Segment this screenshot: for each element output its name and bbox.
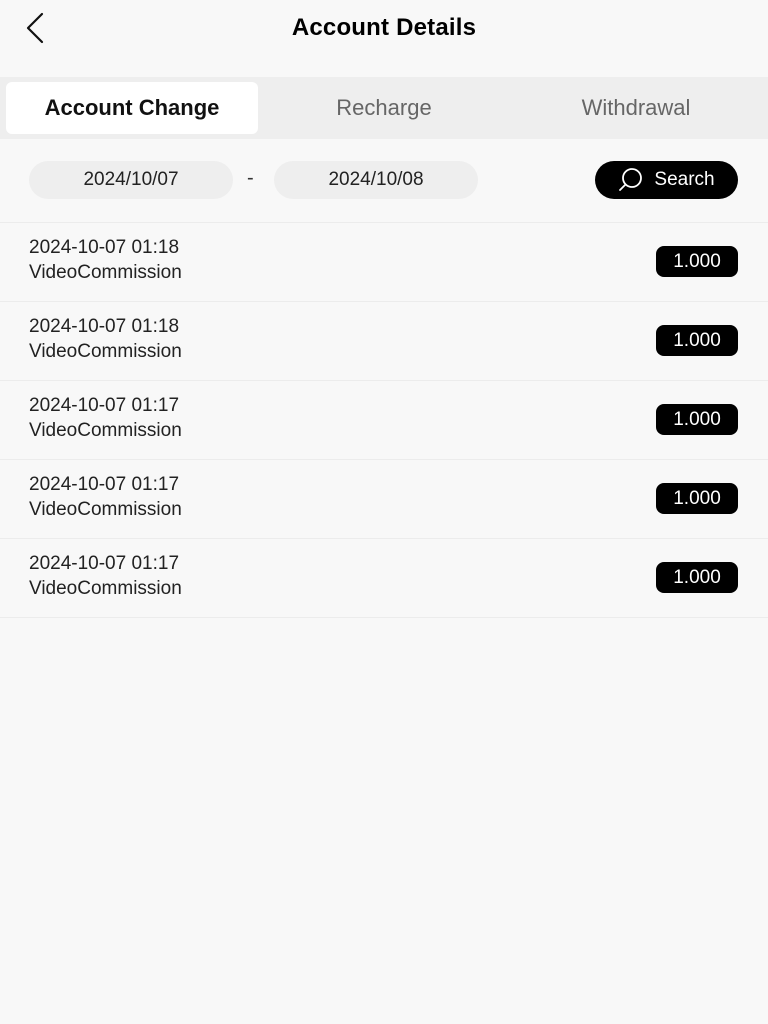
header: Account Details: [0, 0, 768, 64]
list-item: 2024-10-07 01:17 VideoCommission 1.000: [0, 539, 768, 618]
record-list: 2024-10-07 01:18 VideoCommission 1.000 2…: [0, 223, 768, 618]
record-amount-badge: 1.000: [656, 404, 738, 435]
tab-withdrawal[interactable]: Withdrawal: [510, 82, 762, 134]
date-separator: -: [247, 167, 254, 189]
search-button-label: Search: [654, 169, 715, 190]
tab-bar: Account Change Recharge Withdrawal: [0, 77, 768, 139]
page-title: Account Details: [291, 14, 477, 41]
record-type: VideoCommission: [29, 262, 182, 283]
tab-account-change[interactable]: Account Change: [6, 82, 258, 134]
record-type: VideoCommission: [29, 499, 182, 520]
record-time: 2024-10-07 01:18: [29, 237, 180, 258]
list-item: 2024-10-07 01:17 VideoCommission 1.000: [0, 381, 768, 460]
record-type: VideoCommission: [29, 578, 182, 599]
record-amount-badge: 1.000: [656, 483, 738, 514]
list-item: 2024-10-07 01:18 VideoCommission 1.000: [0, 302, 768, 381]
record-time: 2024-10-07 01:17: [29, 474, 180, 495]
list-item: 2024-10-07 01:18 VideoCommission 1.000: [0, 223, 768, 302]
end-date-picker[interactable]: 2024/10/08: [274, 161, 478, 199]
date-filter: 2024/10/07 - 2024/10/08 Search: [0, 140, 768, 223]
list-item: 2024-10-07 01:17 VideoCommission 1.000: [0, 460, 768, 539]
record-type: VideoCommission: [29, 341, 182, 362]
record-type: VideoCommission: [29, 420, 182, 441]
record-amount-badge: 1.000: [656, 246, 738, 277]
record-amount-badge: 1.000: [656, 325, 738, 356]
start-date-picker[interactable]: 2024/10/07: [29, 161, 233, 199]
search-icon: [619, 168, 643, 191]
tab-recharge[interactable]: Recharge: [258, 82, 510, 134]
record-time: 2024-10-07 01:17: [29, 553, 180, 574]
search-button[interactable]: Search: [595, 161, 738, 199]
record-time: 2024-10-07 01:18: [29, 316, 180, 337]
record-amount-badge: 1.000: [656, 562, 738, 593]
record-time: 2024-10-07 01:17: [29, 395, 180, 416]
